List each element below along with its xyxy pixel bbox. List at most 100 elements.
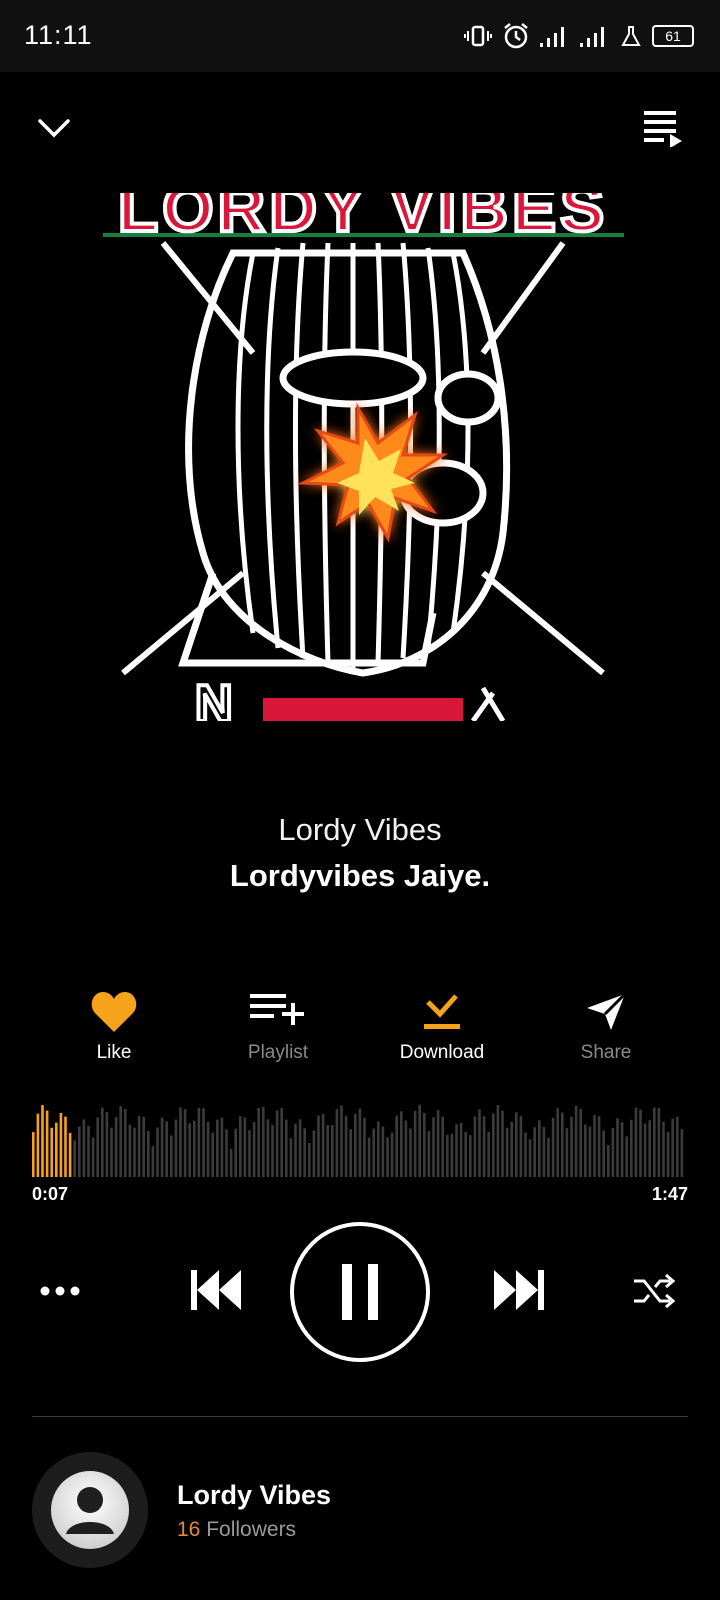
waveform-bar: [229, 1148, 233, 1177]
waveform-bar: [473, 1116, 477, 1177]
waveform-bar: [386, 1137, 389, 1177]
waveform-bar: [303, 1128, 306, 1177]
waveform-bar: [469, 1135, 472, 1177]
artist-name[interactable]: Lordy Vibes: [177, 1480, 331, 1511]
like-button[interactable]: Like: [44, 990, 184, 1064]
waveform-bar: [413, 1111, 417, 1177]
waveform-bar: [110, 1127, 113, 1177]
waveform-bar: [36, 1113, 40, 1177]
waveform-bar: [280, 1108, 283, 1177]
queue-button[interactable]: [640, 104, 688, 152]
waveform-bar: [464, 1132, 467, 1177]
waveform-bar: [657, 1107, 661, 1177]
waveform-bar: [455, 1124, 458, 1177]
total-duration: 1:47: [651, 1184, 688, 1204]
waveform-bar: [556, 1108, 559, 1177]
avatar[interactable]: [32, 1452, 148, 1568]
waveform-bar: [643, 1123, 647, 1177]
waveform-bar: [96, 1117, 99, 1177]
heart-icon: [91, 992, 137, 1032]
waveform-bar: [524, 1132, 527, 1177]
download-button[interactable]: Download: [372, 990, 512, 1064]
skip-previous-icon: [191, 1270, 241, 1310]
waveform-bar: [418, 1104, 421, 1177]
previous-track-button[interactable]: [185, 1260, 245, 1320]
waveform-bar: [588, 1126, 592, 1177]
waveform-bar: [91, 1137, 95, 1177]
waveform-bar: [565, 1128, 569, 1177]
pause-button[interactable]: [290, 1222, 430, 1362]
collapse-button[interactable]: [30, 104, 78, 152]
waveform-bar: [427, 1131, 431, 1177]
waveform-bar: [634, 1107, 638, 1177]
next-track-button[interactable]: [490, 1260, 550, 1320]
waveform-bar: [505, 1127, 509, 1177]
waveform-bar: [317, 1115, 320, 1177]
waveform-bar: [570, 1116, 573, 1177]
playback-controls: [0, 1222, 720, 1372]
waveform-bar: [676, 1117, 679, 1177]
more-options-button[interactable]: [30, 1266, 90, 1316]
waveform-bar: [243, 1117, 247, 1177]
waveform-bar: [515, 1112, 518, 1177]
waveform-bar: [390, 1132, 394, 1177]
alarm-icon: [504, 23, 528, 49]
waveform-bar: [105, 1112, 109, 1177]
waveform-bar: [547, 1137, 550, 1177]
waveform-bar: [551, 1117, 555, 1177]
waveform-bar: [344, 1115, 348, 1177]
elapsed-time: 0:07: [32, 1184, 69, 1204]
waveform-bar: [349, 1129, 352, 1177]
waveform-bar: [183, 1109, 187, 1177]
waveform-bar: [409, 1128, 412, 1177]
waveform-bar: [579, 1108, 582, 1177]
waveform-bar: [165, 1121, 168, 1177]
waveform-bar: [354, 1113, 357, 1177]
waveform-bar: [496, 1105, 500, 1177]
waveform-bar: [611, 1128, 615, 1177]
waveform-bar: [234, 1128, 237, 1177]
waveform-bar: [197, 1107, 201, 1177]
more-dots-icon: [40, 1286, 80, 1296]
waveform-bar: [574, 1105, 578, 1177]
waveform-bar: [326, 1125, 329, 1177]
waveform-bar: [298, 1119, 302, 1177]
followers-text: 16 Followers: [177, 1518, 296, 1542]
waveform-seekbar[interactable]: [32, 1093, 688, 1177]
waveform-bar: [64, 1116, 67, 1177]
like-label: Like: [96, 1042, 132, 1063]
waveform-bar: [289, 1138, 293, 1177]
waveform-bar: [593, 1115, 596, 1177]
download-check-icon: [424, 994, 460, 1029]
waveform-bar: [271, 1124, 274, 1177]
waveform-bar: [607, 1145, 610, 1177]
waveform-bar: [160, 1117, 164, 1177]
waveform-bar: [510, 1121, 513, 1177]
waveform-bar: [82, 1119, 86, 1177]
share-button[interactable]: Share: [536, 990, 676, 1064]
waveform-bar: [239, 1116, 242, 1177]
waveform-bar: [602, 1130, 605, 1177]
add-to-playlist-button[interactable]: Playlist: [208, 990, 348, 1064]
followers-label: Followers: [206, 1518, 297, 1541]
waveform-bar: [294, 1123, 297, 1177]
track-artist[interactable]: Lordy Vibes: [0, 812, 720, 848]
followers-count: 16: [177, 1518, 201, 1541]
waveform-bar: [248, 1130, 251, 1177]
waveform-bar: [653, 1107, 656, 1177]
actions-row: Like Playlist Download Share: [0, 990, 720, 1070]
waveform-bar: [432, 1117, 435, 1177]
waveform-bar: [206, 1121, 210, 1177]
waveform-bar: [482, 1116, 486, 1177]
waveform-bar: [620, 1122, 624, 1177]
waveform-bar: [188, 1123, 191, 1177]
waveform-bar: [312, 1130, 316, 1177]
status-icons: 61: [464, 22, 694, 50]
waveform-bar: [671, 1118, 674, 1177]
waveform-bar: [151, 1146, 155, 1177]
waveform-bar: [616, 1118, 619, 1177]
waveform-bar: [55, 1122, 58, 1177]
artist-card[interactable]: Lordy Vibes 16 Followers: [32, 1452, 688, 1570]
shuffle-button[interactable]: [628, 1266, 680, 1316]
pause-icon: [342, 1264, 378, 1320]
